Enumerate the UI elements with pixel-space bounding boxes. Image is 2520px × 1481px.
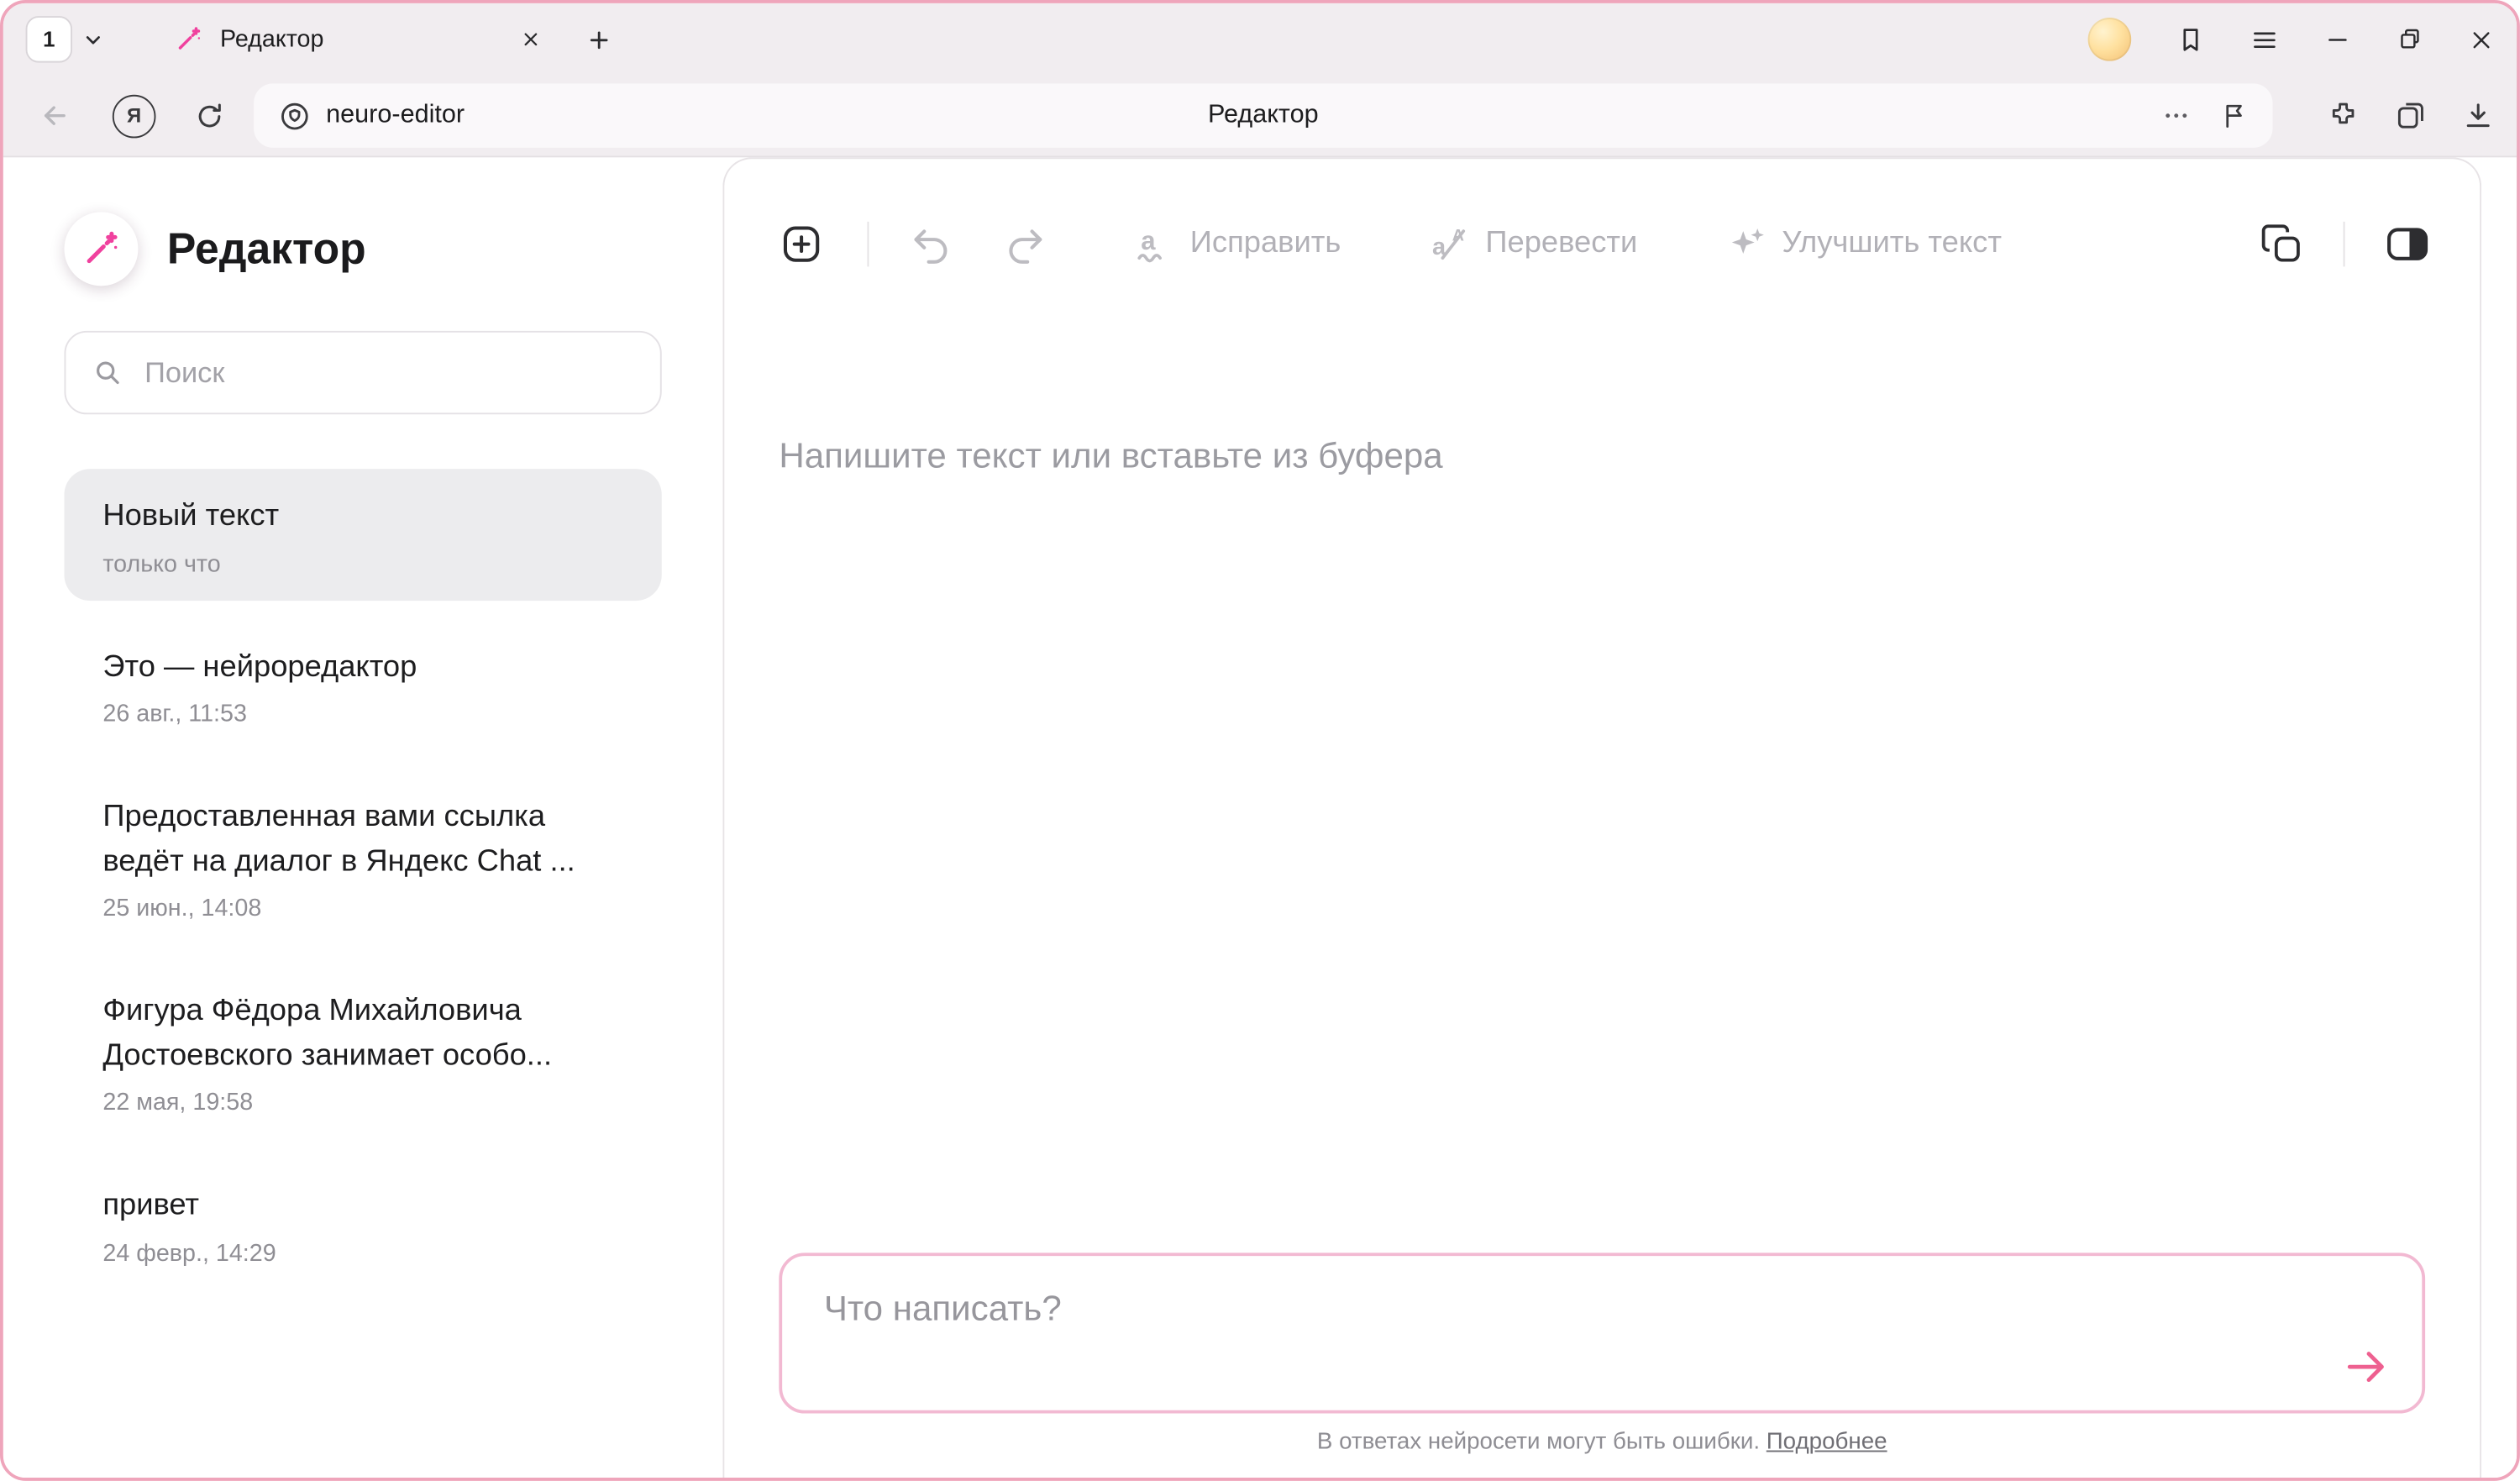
app-logo-magic-wand-icon [64, 212, 138, 286]
disclaimer-text: В ответах нейросети могут быть ошибки. [1317, 1430, 1760, 1456]
document-item[interactable]: Новый текст только что [64, 469, 661, 600]
improve-text-button[interactable]: Улучшить текст [1725, 223, 2002, 265]
editor-placeholder: Напишите текст или вставьте из буфера [779, 435, 2425, 477]
translate-button[interactable]: аA Перевести [1428, 223, 1638, 265]
back-icon[interactable] [39, 100, 71, 132]
svg-text:а: а [1141, 226, 1156, 255]
new-tab-icon[interactable] [586, 27, 612, 53]
document-title: Это — нейроредактор [102, 645, 622, 690]
refresh-icon[interactable] [194, 101, 224, 131]
editor-panel: а Исправить аA Перевести Улучшить текст [722, 157, 2481, 1478]
document-item[interactable]: Это — нейроредактор 26 авг., 11:53 [64, 619, 661, 750]
tab-group-counter[interactable]: 1 [26, 16, 72, 62]
prompt-box [779, 1253, 2425, 1413]
address-bar[interactable]: neuro-editor Редактор [254, 83, 2272, 147]
disclaimer-more-link[interactable]: Подробнее [1767, 1430, 1887, 1456]
sparkles-icon [1725, 223, 1767, 265]
scale-root: 1 Редактор [0, 0, 2520, 1481]
improve-text-label: Улучшить текст [1782, 227, 2002, 262]
more-icon[interactable] [2162, 101, 2191, 129]
fix-text-button[interactable]: а Исправить [1132, 223, 1341, 265]
translate-icon: аA [1428, 223, 1470, 265]
menu-icon[interactable] [2250, 25, 2279, 54]
browser-chrome: 1 Редактор [3, 3, 2517, 158]
document-title: привет [102, 1184, 622, 1229]
panel-toggle-icon[interactable] [2383, 220, 2431, 268]
extensions-icon[interactable] [2327, 100, 2359, 132]
restore-window-icon[interactable] [2397, 26, 2424, 54]
collections-icon[interactable] [2395, 100, 2427, 132]
document-item[interactable]: Фигура Фёдора Михайловича Достоевского з… [64, 964, 661, 1140]
tab-title: Редактор [220, 26, 503, 54]
document-title: Фигура Фёдора Михайловича Достоевского з… [102, 990, 622, 1078]
page-title: Редактор [254, 101, 2272, 129]
close-window-icon[interactable] [2469, 27, 2495, 53]
document-item[interactable]: Предоставленная вами ссылка ведёт на диа… [64, 769, 661, 945]
magic-wand-icon [175, 26, 202, 54]
documents-sidebar: Редактор Новый текст только что Это — не… [3, 157, 723, 1478]
app-content: Редактор Новый текст только что Это — не… [3, 157, 2517, 1478]
search-input[interactable] [141, 354, 634, 391]
profile-avatar[interactable] [2088, 18, 2132, 61]
document-item[interactable]: привет 24 февр., 14:29 [64, 1158, 661, 1289]
minimize-icon[interactable] [2324, 26, 2352, 54]
document-title: Предоставленная вами ссылка ведёт на диа… [102, 796, 622, 884]
spellcheck-icon: а [1132, 223, 1174, 265]
undo-icon[interactable] [911, 223, 954, 266]
download-icon[interactable] [2462, 100, 2494, 132]
document-time: 26 авг., 11:53 [102, 701, 622, 728]
search-box [64, 331, 661, 414]
redo-icon[interactable] [1002, 223, 1046, 266]
send-arrow-icon[interactable] [2342, 1342, 2390, 1390]
editor-body[interactable]: Напишите текст или вставьте из буфера [724, 268, 2480, 1253]
tab-close-icon[interactable] [520, 29, 541, 50]
document-time: только что [102, 550, 622, 578]
document-list: Новый текст только что Это — нейроредакт… [64, 469, 661, 1289]
chevron-down-icon[interactable] [82, 28, 105, 50]
app-logo-row: Редактор [64, 212, 661, 286]
url-text: neuro-editor [326, 101, 465, 129]
browser-window: 1 Редактор [0, 0, 2520, 1481]
document-title: Новый текст [102, 495, 622, 539]
translate-label: Перевести [1485, 227, 1637, 262]
toolbar-divider [2344, 222, 2345, 267]
toolbar-divider [867, 222, 869, 267]
search-icon [92, 356, 123, 388]
tab-strip: 1 Редактор [3, 3, 2517, 76]
editor-toolbar: а Исправить аA Перевести Улучшить текст [724, 159, 2480, 268]
document-time: 22 мая, 19:58 [102, 1090, 622, 1117]
document-time: 24 февр., 14:29 [102, 1240, 622, 1268]
bookmark-flag-icon[interactable] [2219, 101, 2248, 129]
new-document-icon[interactable] [777, 220, 825, 268]
fix-text-label: Исправить [1190, 227, 1341, 262]
yandex-button[interactable]: Я [113, 94, 156, 138]
address-bar-row: Я neuro-editor Редактор [3, 76, 2517, 156]
browser-tab[interactable]: Редактор [175, 26, 541, 54]
ai-disclaimer: В ответах нейросети могут быть ошибки. П… [724, 1414, 2480, 1478]
copy-icon[interactable] [2260, 222, 2305, 267]
document-time: 25 июн., 14:08 [102, 895, 622, 922]
app-title: Редактор [167, 224, 366, 274]
prompt-input[interactable] [782, 1256, 2422, 1410]
bookmark-panel-icon[interactable] [2176, 25, 2205, 54]
